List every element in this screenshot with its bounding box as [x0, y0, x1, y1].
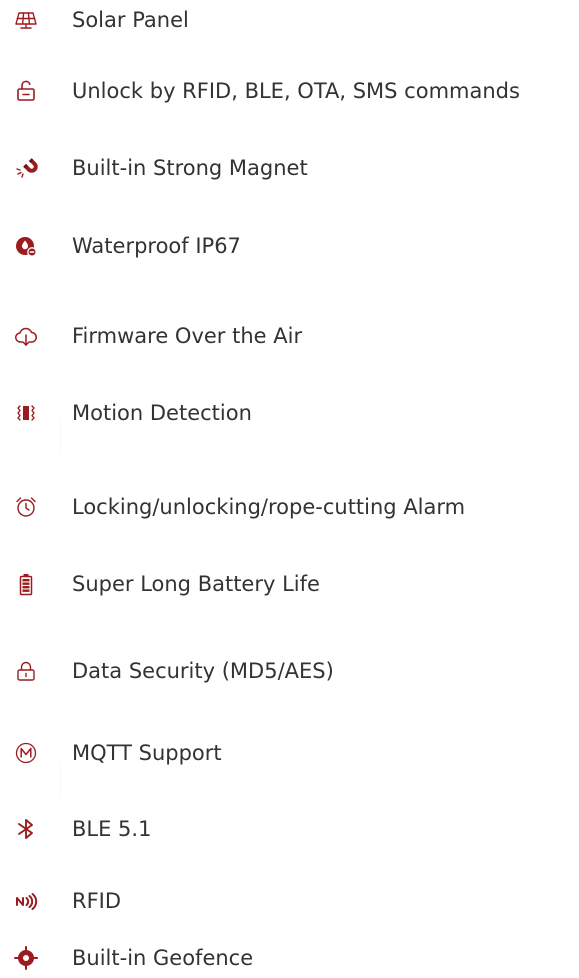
feature-item-mqtt: MQTT Support: [0, 733, 579, 773]
feature-item-battery: Super Long Battery Life: [0, 564, 579, 604]
cloud-download-icon: [14, 324, 38, 348]
feature-label: Unlock by RFID, BLE, OTA, SMS commands: [72, 79, 520, 103]
battery-icon: [14, 572, 38, 596]
feature-label: Built-in Strong Magnet: [72, 156, 308, 180]
rfid-icon: [14, 889, 38, 913]
geofence-icon: [14, 946, 38, 970]
mqtt-icon: [14, 741, 38, 765]
feature-item-motion-detection: Motion Detection: [0, 393, 579, 433]
feature-item-waterproof: Waterproof IP67: [0, 226, 579, 266]
feature-item-geofence: Built-in Geofence: [0, 938, 579, 978]
divider: [60, 762, 61, 796]
feature-label: RFID: [72, 889, 122, 913]
bluetooth-icon: [14, 817, 38, 841]
feature-label: Built-in Geofence: [72, 946, 254, 970]
feature-label: Data Security (MD5/AES): [72, 659, 334, 683]
feature-item-alarm: Locking/unlocking/rope-cutting Alarm: [0, 487, 579, 527]
feature-label: Motion Detection: [72, 401, 252, 425]
feature-item-firmware-ota: Firmware Over the Air: [0, 316, 579, 356]
alarm-clock-icon: [14, 495, 38, 519]
divider: [60, 418, 61, 452]
feature-item-rfid: RFID: [0, 881, 579, 921]
solar-panel-icon: [14, 8, 38, 32]
feature-label: Firmware Over the Air: [72, 324, 303, 348]
feature-item-unlock: Unlock by RFID, BLE, OTA, SMS commands: [0, 71, 579, 111]
feature-label: MQTT Support: [72, 741, 222, 765]
feature-label: Super Long Battery Life: [72, 572, 320, 596]
unlock-icon: [14, 79, 38, 103]
feature-label: Locking/unlocking/rope-cutting Alarm: [72, 495, 466, 519]
feature-item-ble: BLE 5.1: [0, 809, 579, 849]
feature-item-data-security: Data Security (MD5/AES): [0, 651, 579, 691]
motion-icon: [14, 401, 38, 425]
feature-list: Solar Panel Unlock by RFID, BLE, OTA, SM…: [0, 0, 579, 972]
feature-item-solar-panel: Solar Panel: [0, 0, 579, 40]
feature-label: BLE 5.1: [72, 817, 152, 841]
waterproof-icon: [14, 234, 38, 258]
feature-label: Solar Panel: [72, 8, 189, 32]
feature-item-magnet: Built-in Strong Magnet: [0, 148, 579, 188]
magnet-icon: [14, 156, 38, 180]
feature-label: Waterproof IP67: [72, 234, 241, 258]
lock-icon: [14, 659, 38, 683]
